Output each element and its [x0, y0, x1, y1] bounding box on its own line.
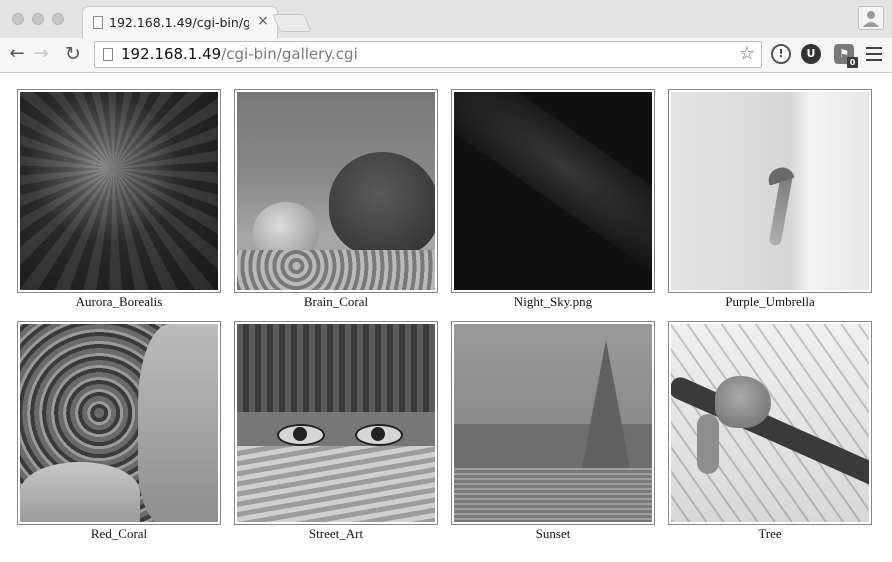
thumbnail-frame[interactable] — [234, 321, 438, 525]
maximize-window-button[interactable] — [52, 13, 64, 25]
thumbnail-frame[interactable] — [451, 321, 655, 525]
ublock-extension-icon[interactable]: U — [801, 44, 821, 64]
bookmark-star-icon[interactable]: ☆ — [739, 43, 755, 64]
tree-image[interactable] — [671, 324, 869, 522]
thumbnail-caption: Street_Art — [308, 526, 364, 541]
new-tab-button[interactable] — [272, 14, 312, 32]
thumbnail-frame[interactable] — [17, 89, 221, 293]
ghostery-extension-icon[interactable]: ⚑ 0 — [834, 44, 858, 68]
gallery-item[interactable]: Red_Coral — [17, 321, 221, 542]
thumbnail-frame[interactable] — [451, 89, 655, 293]
sunset-image[interactable] — [454, 324, 652, 522]
gallery-item[interactable]: Purple_Umbrella — [668, 89, 872, 310]
url-path: /cgi-bin/gallery.cgi — [221, 45, 358, 63]
thumbnail-caption: Red_Coral — [90, 526, 148, 541]
page-icon — [93, 16, 103, 29]
url-text[interactable]: 192.168.1.49/cgi-bin/gallery.cgi — [121, 45, 358, 63]
forward-button[interactable]: → — [30, 43, 52, 65]
purple-umbrella-image[interactable] — [671, 92, 869, 290]
profile-button[interactable] — [858, 6, 884, 30]
thumbnail-frame[interactable] — [668, 89, 872, 293]
minimize-window-button[interactable] — [32, 13, 44, 25]
browser-toolbar: ← → ↻ 192.168.1.49/cgi-bin/gallery.cgi ☆… — [0, 38, 892, 72]
page-icon — [103, 48, 113, 61]
night-sky-image[interactable] — [454, 92, 652, 290]
thumbnail-caption: Purple_Umbrella — [725, 294, 815, 309]
reload-button[interactable]: ↻ — [62, 43, 84, 65]
back-button[interactable]: ← — [6, 43, 28, 65]
gallery-item[interactable]: Tree — [668, 321, 872, 542]
person-icon — [863, 11, 879, 27]
thumbnail-caption: Aurora_Borealis — [75, 294, 163, 309]
info-extension-icon[interactable]: ! — [771, 44, 791, 64]
browser-chrome: 192.168.1.49/cgi-bin/galle × ← → ↻ 192.1… — [0, 0, 892, 73]
brain-coral-image[interactable] — [237, 92, 435, 290]
close-window-button[interactable] — [12, 13, 24, 25]
thumbnail-caption: Night_Sky.png — [513, 294, 593, 309]
close-tab-icon[interactable]: × — [255, 13, 271, 29]
url-host: 192.168.1.49 — [121, 45, 222, 63]
aurora-image[interactable] — [20, 92, 218, 290]
tab-strip: 192.168.1.49/cgi-bin/galle × — [0, 0, 892, 38]
gallery-item[interactable]: Sunset — [451, 321, 655, 542]
thumbnail-frame[interactable] — [668, 321, 872, 525]
street-art-image[interactable] — [237, 324, 435, 522]
hamburger-menu-icon[interactable] — [866, 47, 882, 65]
gallery-item[interactable]: Night_Sky.png — [451, 89, 655, 310]
address-bar[interactable]: 192.168.1.49/cgi-bin/gallery.cgi ☆ — [94, 41, 762, 68]
thumbnail-frame[interactable] — [234, 89, 438, 293]
tab-title: 192.168.1.49/cgi-bin/galle — [109, 15, 249, 30]
gallery-item[interactable]: Aurora_Borealis — [17, 89, 221, 310]
thumbnail-caption: Brain_Coral — [303, 294, 369, 309]
thumbnail-caption: Sunset — [535, 526, 571, 541]
extension-badge: 0 — [847, 57, 858, 68]
thumbnail-caption: Tree — [758, 526, 782, 541]
gallery-item[interactable]: Brain_Coral — [234, 89, 438, 310]
gallery: Aurora_Borealis Brain_Coral Night_Sky.pn… — [0, 73, 892, 562]
gallery-item[interactable]: Street_Art — [234, 321, 438, 542]
thumbnail-frame[interactable] — [17, 321, 221, 525]
active-tab[interactable]: 192.168.1.49/cgi-bin/galle × — [82, 6, 278, 38]
red-coral-image[interactable] — [20, 324, 218, 522]
